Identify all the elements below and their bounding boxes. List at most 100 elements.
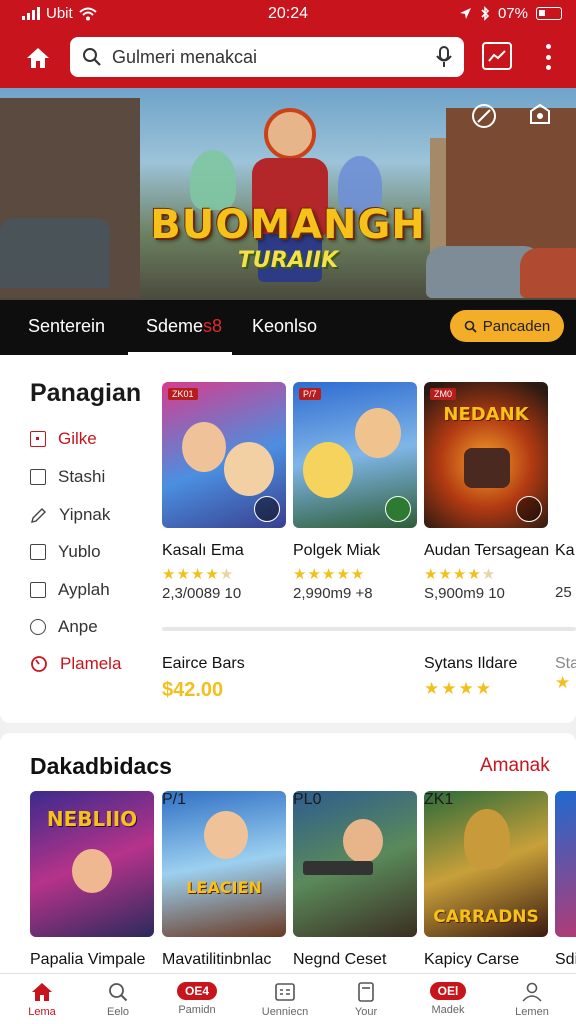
hero-banner[interactable]: BUOMANGH TURAIIK [0, 88, 576, 300]
category-ayplah[interactable]: Ayplah [30, 580, 110, 600]
game-title: Mavatilitinbnlac [162, 951, 272, 968]
game-card[interactable]: ZK01 Kasalı Ema ★★★★★ 2,3/0089 10 [162, 382, 286, 602]
tab-label-accent: s8 [203, 316, 223, 336]
game-title: Polgek Miak [293, 542, 381, 559]
game-title: Sdi [555, 951, 576, 968]
nav-lema[interactable]: Lema [2, 974, 82, 1024]
featured-price: $42.00 [162, 679, 224, 701]
rating-stars: ★★★★★ [162, 566, 235, 583]
checkbox-icon [30, 469, 46, 485]
hero-fairy-left [190, 150, 236, 210]
more-dot-icon [545, 54, 551, 60]
section-title: Panagian [30, 379, 142, 407]
mute-icon[interactable] [470, 102, 498, 130]
search-icon [83, 48, 101, 66]
nav-eelo[interactable]: Eelo [78, 974, 158, 1024]
home-icon [32, 983, 52, 1001]
panagian-section: Panagian Gilke Stashi Yipnak Yublo Aypla… [0, 355, 576, 723]
game-title: Kasalı Ema [162, 542, 244, 559]
timer-icon [31, 656, 47, 672]
game-card[interactable]: NEBLIIO Papalia Vimpale [30, 791, 154, 969]
bluetooth-icon [481, 6, 490, 21]
game-title: Papalia Vimpale [30, 951, 146, 968]
game-thumbnail [555, 791, 576, 937]
featured-title[interactable]: Eairce Bars [162, 655, 245, 673]
battery-icon [536, 7, 562, 20]
pancaden-button[interactable]: Pancaden [450, 310, 564, 342]
platform-badge-icon [385, 496, 411, 522]
more-options-button[interactable] [536, 42, 560, 72]
game-card[interactable]: ZK1 CARRADNS Kapicy Carse [424, 791, 548, 969]
search-bar[interactable]: Gulmeri menakcai [70, 37, 464, 77]
nav-your[interactable]: Your [326, 974, 406, 1024]
home-button[interactable] [18, 40, 58, 76]
game-art-title: CARRADNS [433, 907, 539, 927]
game-thumbnail: ZK01 [162, 382, 286, 528]
character-face [182, 422, 226, 472]
category-yipnak[interactable]: Yipnak [30, 505, 110, 525]
game-meta: S,900m9 10 [424, 585, 505, 602]
nav-madek[interactable]: OEl Madek [408, 974, 488, 1024]
category-plamela[interactable]: Plamela [30, 654, 121, 674]
status-right: 07% [459, 5, 562, 22]
tab-label: Senterein [28, 316, 106, 336]
home-icon [27, 48, 49, 68]
category-label: Yublo [58, 542, 101, 561]
pancaden-label: Pancaden [482, 317, 551, 335]
hero-character-head [264, 108, 316, 160]
dakadbidacs-section: Dakadbidacs Amanak NEBLIIO Papalia Vimpa… [0, 733, 576, 973]
share-icon[interactable] [526, 102, 554, 130]
category-gilke[interactable]: Gilke [30, 429, 97, 449]
app-header: Ubit 20:24 07% Gulmeri menakcai [0, 0, 576, 88]
nav-uenniecn[interactable]: Uenniecn [245, 974, 325, 1024]
featured-title[interactable]: Sytans Ildare [424, 655, 517, 673]
category-yublo[interactable]: Yublo [30, 542, 101, 562]
rating-stars: ★★★★★ [424, 566, 497, 583]
search-icon [464, 320, 477, 333]
featured-title[interactable]: Sta [555, 655, 576, 673]
chart-button[interactable] [482, 42, 512, 70]
game-thumbnail: P/1 LEACIEN [162, 791, 286, 937]
game-card[interactable]: PL0 Negnd Ceset [293, 791, 417, 969]
category-anpe[interactable]: Anpe [30, 617, 98, 637]
bottom-navigation: Lema Eelo OE4 Pamidn Uenniecn Your OEl M… [0, 973, 576, 1024]
game-card[interactable]: Sdi [555, 791, 576, 969]
weapon-figure [303, 861, 373, 875]
category-label: Yipnak [59, 505, 111, 524]
see-all-link[interactable]: Amanak [480, 755, 550, 777]
game-thumbnail: PL0 [293, 791, 417, 937]
checkbox-icon [30, 544, 46, 560]
game-card[interactable]: Ka 25 [555, 382, 576, 601]
more-dot-icon [545, 44, 551, 49]
document-icon [358, 982, 374, 1002]
game-thumbnail: P/7 [293, 382, 417, 528]
nav-label: Lema [28, 1006, 56, 1018]
search-input[interactable]: Gulmeri menakcai [112, 47, 436, 68]
tab-label: Sdeme [146, 316, 204, 336]
game-art-title: NEBLIIO [46, 807, 138, 831]
rating-stars: ★ [555, 673, 573, 692]
radio-icon [30, 619, 46, 635]
tab-sdemes[interactable]: Sdemes8 [128, 300, 232, 355]
game-art-title: NEDANK [443, 404, 529, 425]
nav-label: Your [354, 1006, 378, 1018]
game-card[interactable]: ZM0 NEDANK Audan Tersagean ★★★★★ S,900m9… [424, 382, 550, 602]
character-face [72, 849, 112, 893]
game-card[interactable]: P/7 Polgek Miak ★★★★★ 2,990m9 +8 [293, 382, 417, 602]
microphone-icon[interactable] [436, 46, 452, 68]
rating-stars: ★★★★★ [293, 566, 366, 583]
game-tag: PL0 [293, 791, 322, 808]
rating-stars [555, 565, 576, 582]
game-title: Audan Tersagean [424, 542, 550, 559]
character-face [343, 819, 383, 863]
tab-keonlso[interactable]: Keonlso [252, 300, 317, 355]
nav-lemen[interactable]: Lemen [492, 974, 572, 1024]
game-title: Kapicy Carse [424, 951, 520, 968]
category-stashi[interactable]: Stashi [30, 467, 105, 487]
trend-chart-icon [488, 50, 506, 62]
more-dot-icon [545, 65, 551, 70]
section-title: Dakadbidacs [30, 753, 172, 779]
nav-pamidn[interactable]: OE4 Pamidn [157, 974, 237, 1024]
tab-senterein[interactable]: Senterein [28, 300, 105, 355]
game-card[interactable]: P/1 LEACIEN Mavatilitinbnlac [162, 791, 286, 969]
